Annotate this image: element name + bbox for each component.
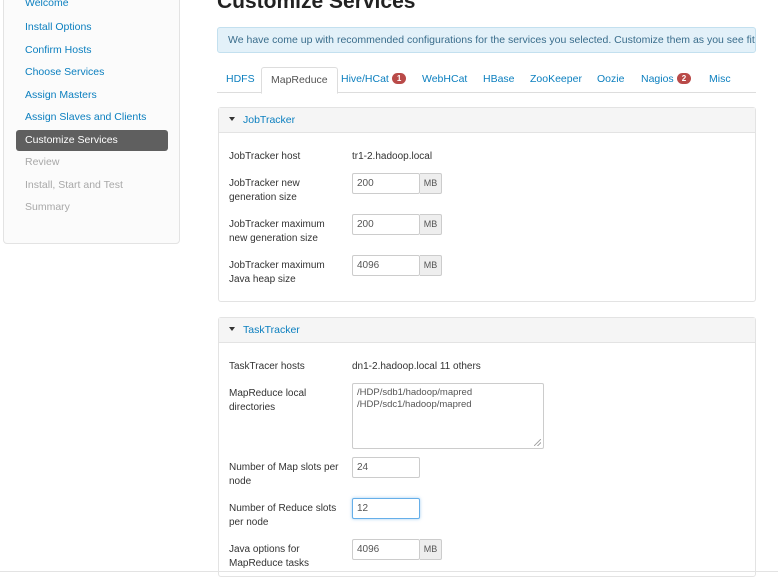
error-count-badge: 1 xyxy=(391,73,407,84)
section-title: JobTracker xyxy=(243,114,296,126)
sidebar-item-review: Review xyxy=(25,156,60,168)
wizard-sidebar: Welcome Install Options Confirm Hosts Ch… xyxy=(3,0,180,244)
tasktracker-hosts-value: dn1-2.hadoop.local 11 others xyxy=(352,361,481,372)
java-options-label: Java options for MapReduce tasks xyxy=(229,544,310,569)
map-slots-label: Number of Map slots per node xyxy=(229,462,339,487)
reduce-slots-label: Number of Reduce slots per node xyxy=(229,503,337,528)
tab-label: Oozie xyxy=(597,73,625,85)
tab-label: HBase xyxy=(483,73,515,85)
page-divider xyxy=(0,571,778,572)
unit-addon: MB xyxy=(420,214,442,235)
jobtracker-maxnewgen-input[interactable]: 200 xyxy=(352,214,420,235)
sidebar-item-assign-masters[interactable]: Assign Masters xyxy=(16,85,168,106)
jobtracker-heap-label: JobTracker maximum Java heap size xyxy=(229,260,325,285)
jobtracker-newgen-input[interactable]: 200 xyxy=(352,173,420,194)
sidebar-item-choose-services[interactable]: Choose Services xyxy=(16,62,168,83)
unit-addon: MB xyxy=(420,255,442,276)
tasktracker-hosts-label: TaskTracer hosts xyxy=(229,361,305,372)
caret-down-icon xyxy=(229,327,235,331)
local-directories-text: /HDP/sdb1/hadoop/mapred /HDP/sdc1/hadoop… xyxy=(357,387,473,410)
resize-handle-icon[interactable] xyxy=(534,439,541,446)
tab-nagios[interactable]: Nagios 2 xyxy=(632,67,700,93)
tab-label: HDFS xyxy=(226,73,255,85)
tab-hbase[interactable]: HBase xyxy=(474,67,524,93)
local-directories-label: MapReduce local directories xyxy=(229,388,307,413)
tab-oozie[interactable]: Oozie xyxy=(588,67,633,93)
tasktracker-section-header[interactable]: TaskTracker xyxy=(219,318,755,343)
section-title: TaskTracker xyxy=(243,324,300,336)
tab-webhcat[interactable]: WebHCat xyxy=(413,67,476,93)
unit-addon: MB xyxy=(420,539,442,560)
jobtracker-host-value: tr1-2.hadoop.local xyxy=(352,151,433,162)
unit-addon: MB xyxy=(420,173,442,194)
jobtracker-newgen-label: JobTracker new generation size xyxy=(229,178,300,203)
sidebar-item-install-start-test: Install, Start and Test xyxy=(25,179,123,191)
tab-zookeeper[interactable]: ZooKeeper xyxy=(521,67,591,93)
page-title: Customize Services xyxy=(217,0,416,13)
reduce-slots-input[interactable]: 12 xyxy=(352,498,420,519)
jobtracker-maxnewgen-label: JobTracker maximum new generation size xyxy=(229,219,325,244)
local-directories-textarea[interactable]: /HDP/sdb1/hadoop/mapred /HDP/sdc1/hadoop… xyxy=(352,383,544,449)
jobtracker-host-label: JobTracker host xyxy=(229,151,301,162)
map-slots-input[interactable]: 24 xyxy=(352,457,420,478)
jobtracker-heap-input[interactable]: 4096 xyxy=(352,255,420,276)
jobtracker-section: JobTracker JobTracker host tr1-2.hadoop.… xyxy=(218,107,756,302)
sidebar-item-welcome[interactable]: Welcome xyxy=(16,0,168,14)
tab-label: Misc xyxy=(709,73,731,85)
tab-misc[interactable]: Misc xyxy=(700,67,740,93)
caret-down-icon xyxy=(229,117,235,121)
sidebar-item-confirm-hosts[interactable]: Confirm Hosts xyxy=(16,40,168,61)
tab-hdfs[interactable]: HDFS xyxy=(217,67,264,93)
tab-mapreduce[interactable]: MapReduce xyxy=(261,67,338,94)
tab-label: Nagios xyxy=(641,73,674,85)
tab-label: WebHCat xyxy=(422,73,468,85)
jobtracker-section-header[interactable]: JobTracker xyxy=(219,108,755,133)
error-count-badge: 2 xyxy=(676,73,692,84)
tab-label: ZooKeeper xyxy=(530,73,582,85)
info-alert: We have come up with recommended configu… xyxy=(217,27,756,53)
java-options-input[interactable]: 4096 xyxy=(352,539,420,560)
sidebar-item-summary: Summary xyxy=(25,201,70,213)
tab-label: Hive/HCat xyxy=(341,73,389,85)
sidebar-item-customize-services[interactable]: Customize Services xyxy=(16,130,168,151)
sidebar-item-install-options[interactable]: Install Options xyxy=(16,17,168,38)
tab-hive-hcat[interactable]: Hive/HCat 1 xyxy=(332,67,415,93)
tab-label: MapReduce xyxy=(271,74,328,86)
sidebar-item-assign-slaves[interactable]: Assign Slaves and Clients xyxy=(16,107,168,128)
tasktracker-section: TaskTracker TaskTracer hosts dn1-2.hadoo… xyxy=(218,317,756,577)
service-tabs: HDFS MapReduce Hive/HCat 1 WebHCat HBase … xyxy=(217,67,756,94)
